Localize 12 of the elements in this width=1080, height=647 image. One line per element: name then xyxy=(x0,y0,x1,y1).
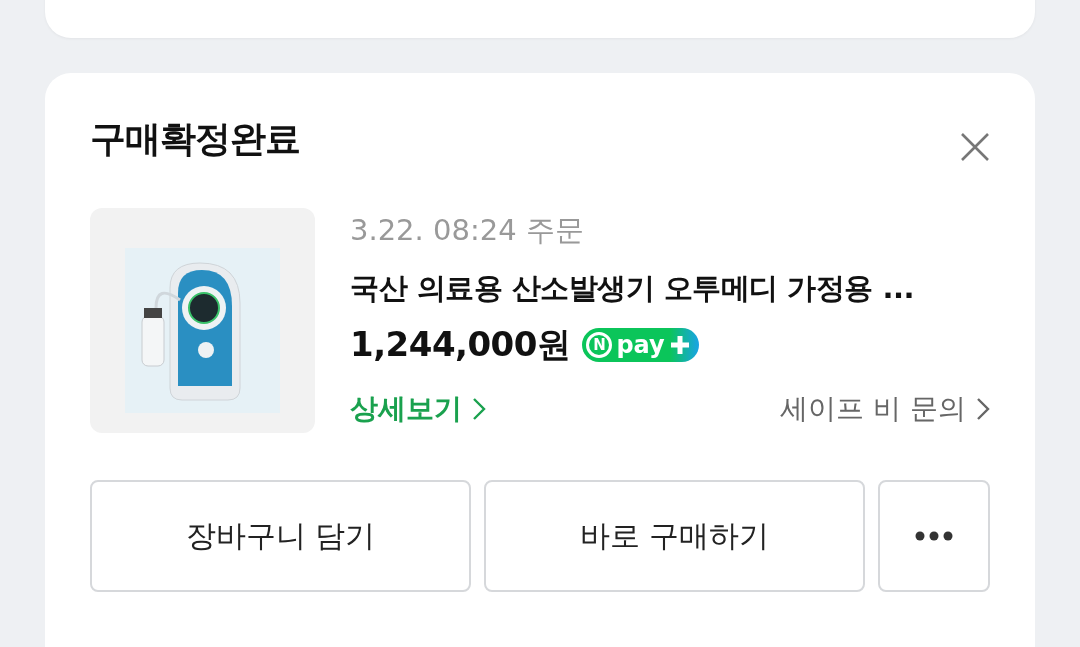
product-name[interactable]: 국산 의료용 산소발생기 오투메디 가정용 ... xyxy=(350,268,990,308)
inquiry-link[interactable]: 세이프 비 문의 xyxy=(780,390,990,428)
action-button[interactable]: 장바구니 담기 xyxy=(90,480,471,592)
order-date: 3.22. 08:24 주문 xyxy=(350,212,585,249)
chevron-icon xyxy=(976,397,990,421)
pay-badge: N pay xyxy=(582,328,699,362)
more-icon xyxy=(915,531,953,541)
chevron-icon xyxy=(472,397,486,421)
close-icon[interactable] xyxy=(960,131,990,162)
product-price: 1,244,000원 xyxy=(350,323,571,366)
action-button[interactable]: 바로 구매하기 xyxy=(484,480,865,592)
card-title: 구매확정완료 xyxy=(90,117,300,161)
